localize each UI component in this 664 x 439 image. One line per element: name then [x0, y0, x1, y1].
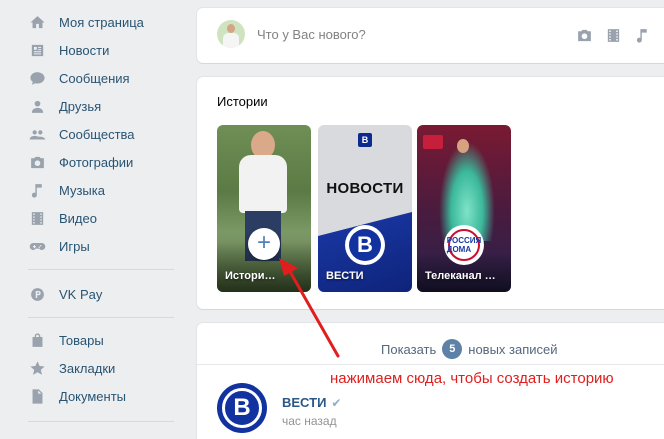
story-vesti[interactable]: В НОВОСТИ В ВЕСТИ [318, 125, 412, 292]
sidebar-divider [28, 421, 174, 422]
sidebar-item-bookmarks[interactable]: Закладки [28, 354, 115, 382]
document-icon [28, 387, 46, 405]
avatar[interactable] [217, 20, 245, 48]
camera-icon[interactable] [575, 26, 593, 44]
new-posts-count-badge: 5 [442, 339, 463, 359]
sidebar-item-label: Видео [59, 210, 97, 226]
show-new-prefix: Показать [381, 341, 437, 357]
vkpay-icon [28, 285, 46, 303]
sidebar-item-photos[interactable]: Фотографии [28, 148, 133, 176]
avatar[interactable]: В [217, 383, 267, 433]
story-name: Телеканал … [425, 270, 496, 282]
messages-icon [28, 69, 46, 87]
story-headline: НОВОСТИ [326, 180, 404, 197]
sidebar-item-goods[interactable]: Товары [28, 326, 104, 354]
stories-title: Истории [217, 94, 268, 109]
sidebar-item-label: Закладки [59, 360, 116, 376]
video-film-icon[interactable] [604, 26, 622, 44]
story-name: ВЕСТИ [326, 270, 364, 282]
sidebar-item-label: Сообщества [59, 126, 135, 142]
home-icon [28, 13, 46, 31]
vesti-round-logo-icon: В [345, 225, 385, 265]
music-note-icon [28, 181, 46, 199]
sidebar-item-label: VK Pay [59, 286, 103, 302]
communities-icon [28, 125, 46, 143]
shopping-bag-icon [28, 331, 46, 349]
post-timestamp[interactable]: час назад [282, 414, 337, 428]
friends-icon [28, 97, 46, 115]
sidebar-item-label: Товары [59, 332, 104, 348]
post-input[interactable]: Что у Вас нового? [257, 27, 366, 42]
add-story-button[interactable]: + [248, 228, 280, 260]
news-icon [28, 41, 46, 59]
sidebar-item-label: Моя страница [59, 14, 144, 30]
video-film-icon [28, 209, 46, 227]
story-telekanal[interactable]: РОССИЯ ДОМА Телеканал … [417, 125, 511, 292]
verified-check-icon: ✔ [331, 395, 342, 410]
divider [197, 364, 664, 365]
sidebar-item-messages[interactable]: Сообщения [28, 64, 130, 92]
story-create[interactable]: + Истори… [217, 125, 311, 292]
sidebar-item-games[interactable]: Игры [28, 232, 90, 260]
annotation-text: нажимаем сюда, чтобы создать историю [330, 370, 614, 387]
post-author-name[interactable]: ВЕСТИ [282, 395, 326, 410]
post-author[interactable]: ВЕСТИ ✔ [282, 395, 341, 410]
sidebar-divider [28, 317, 174, 318]
sidebar-item-vkpay[interactable]: VK Pay [28, 280, 102, 308]
show-new-posts-button[interactable]: Показать 5 новых записей [381, 339, 558, 359]
rossiya-doma-logo-icon: РОССИЯ ДОМА [444, 225, 484, 265]
sidebar-item-my-page[interactable]: Моя страница [28, 8, 144, 36]
music-note-icon[interactable] [633, 26, 651, 44]
star-icon [28, 359, 46, 377]
sidebar-item-label: Игры [59, 238, 90, 254]
sidebar-item-music[interactable]: Музыка [28, 176, 105, 204]
sidebar-item-documents[interactable]: Документы [28, 382, 126, 410]
sidebar-item-label: Друзья [59, 98, 102, 114]
story-name: Истори… [225, 270, 276, 282]
camera-icon [28, 153, 46, 171]
sidebar-item-video[interactable]: Видео [28, 204, 97, 232]
stories-block: Истории + Истори… В НОВОСТИ В ВЕСТИ РОСС… [197, 77, 664, 309]
gamepad-icon [28, 237, 46, 255]
sidebar-item-label: Документы [59, 388, 127, 404]
post-attach-tools [575, 26, 664, 44]
sidebar-item-label: Новости [59, 42, 110, 58]
sidebar-divider [28, 269, 174, 270]
sidebar-item-label: Сообщения [59, 70, 130, 86]
sidebar-item-news[interactable]: Новости [28, 36, 109, 64]
sidebar-item-label: Музыка [59, 182, 105, 198]
sidebar-item-communities[interactable]: Сообщества [28, 120, 135, 148]
sidebar-item-friends[interactable]: Друзья [28, 92, 101, 120]
vesti-logo-icon: В [358, 133, 372, 147]
post-composer: Что у Вас нового? [197, 8, 664, 63]
show-new-suffix: новых записей [468, 341, 558, 357]
plus-icon: + [256, 229, 271, 256]
sidebar-item-label: Фотографии [59, 154, 134, 170]
